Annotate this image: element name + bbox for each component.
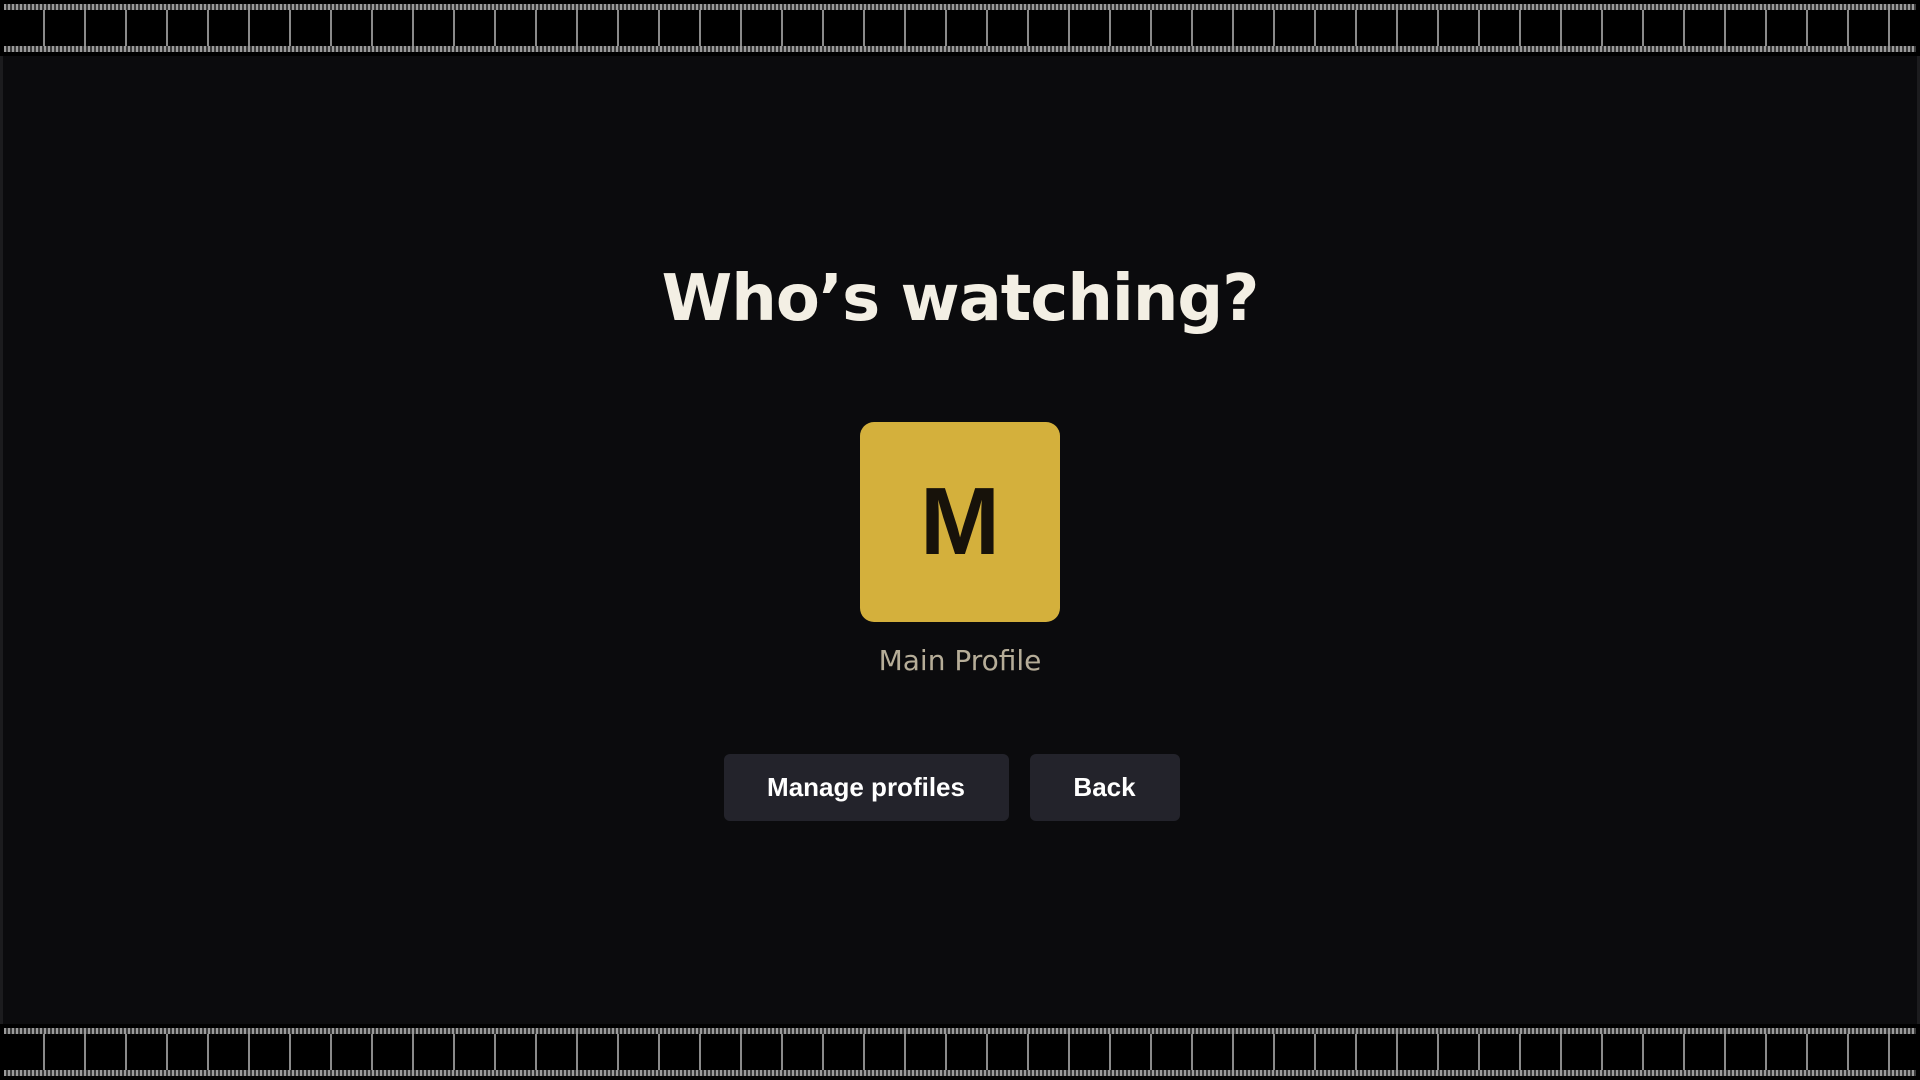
avatar-initial: M — [920, 468, 1000, 575]
profile-select-screen: Who’s watching? M Main Profile Manage pr… — [0, 0, 1920, 1080]
film-strip-bottom-decoration — [0, 1024, 1920, 1080]
back-button[interactable]: Back — [1029, 754, 1180, 821]
manage-profiles-button[interactable]: Manage profiles — [723, 754, 1009, 821]
main-content: Who’s watching? M Main Profile Manage pr… — [0, 0, 1920, 1080]
film-perforation-rail — [4, 1070, 1916, 1076]
profile-card-main[interactable]: M Main Profile — [860, 422, 1060, 677]
film-frame-cells — [4, 1034, 1916, 1070]
profile-actions: Manage profiles Back — [0, 754, 1920, 821]
page-title: Who’s watching? — [661, 262, 1260, 336]
profile-name: Main Profile — [878, 644, 1042, 677]
avatar[interactable]: M — [860, 422, 1060, 622]
